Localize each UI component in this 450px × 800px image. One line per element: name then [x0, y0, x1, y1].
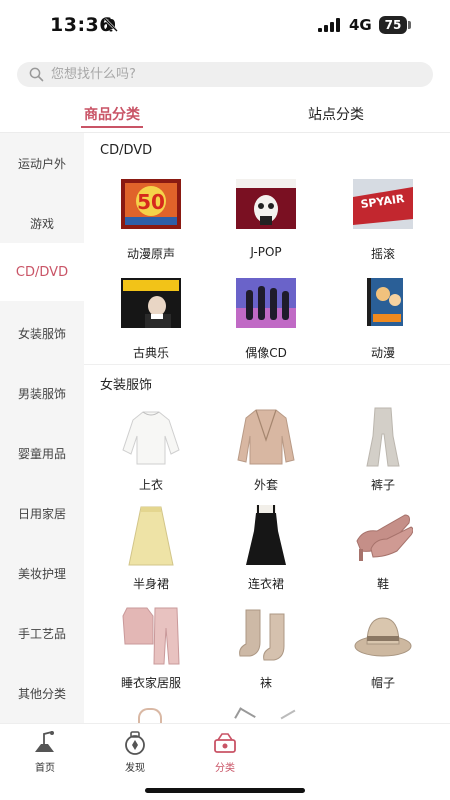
accessory-partial-image-2 [280, 709, 300, 723]
item-label: 鞋 [376, 577, 389, 591]
sidebar-item-beauty[interactable]: 美妆护理 [0, 543, 84, 603]
section-title-womens-clothing: 女装服饰 [100, 378, 153, 393]
item-label: 裤子 [370, 478, 395, 492]
shoes-image [356, 514, 413, 561]
idol-cd-image [236, 278, 296, 328]
sidebar-item-mens-clothing[interactable]: 男装服饰 [0, 363, 84, 423]
item-blouse[interactable]: 上衣 [101, 406, 201, 496]
nav-label-category: 分类 [215, 763, 235, 774]
status-bar: 13:36 4G 75 [0, 0, 450, 50]
signal-icon [318, 18, 340, 32]
classical-cd-image [121, 278, 181, 328]
pajamas-image [122, 607, 180, 665]
accessory-partial-image [234, 707, 256, 723]
anime-dvd-image [353, 278, 413, 328]
anime-soundtrack-cd-image: 50 [121, 179, 181, 229]
sidebar-item-crafts[interactable]: 手工艺品 [0, 603, 84, 663]
battery-tip [408, 21, 411, 29]
section-divider [84, 364, 450, 365]
item-label: J-POP [250, 245, 282, 259]
item-label: 睡衣家居服 [120, 676, 181, 690]
nav-category[interactable]: 分类 [200, 728, 250, 774]
sidebar-item-baby[interactable]: 婴童用品 [0, 423, 84, 483]
blouse-image [122, 411, 180, 465]
item-label: 袜 [259, 676, 272, 690]
sidebar-item-others[interactable]: 其他分类 [0, 663, 84, 723]
search-input[interactable] [51, 62, 421, 87]
category-icon [214, 733, 236, 753]
item-pajamas[interactable]: 睡衣家居服 [101, 604, 201, 694]
sidebar-item-home[interactable]: 日用家居 [0, 483, 84, 543]
item-anime[interactable]: 动漫 [333, 278, 433, 368]
home-indicator [145, 788, 305, 793]
item-pants[interactable]: 裤子 [333, 406, 433, 496]
active-tab-underline [81, 126, 143, 128]
network-label: 4G [349, 16, 372, 34]
nav-label-home: 首页 [35, 763, 55, 774]
category-sidebar: 运动户外 游戏 CD/DVD 女装服饰 男装服饰 婴童用品 日用家居 美妆护理 … [0, 133, 84, 723]
item-classical[interactable]: 古典乐 [101, 278, 201, 368]
search-bar[interactable] [17, 62, 433, 87]
rock-cd-image: SPYAIR [353, 179, 413, 229]
skirt-image [128, 506, 174, 566]
search-icon [29, 67, 44, 82]
bell-muted-icon [104, 18, 118, 32]
hat-image [354, 617, 412, 657]
tab-goods-category[interactable]: 商品分类 [84, 104, 140, 124]
battery-indicator: 75 [379, 16, 407, 34]
bag-partial-image [138, 708, 162, 723]
item-label: 帽子 [370, 676, 395, 690]
item-label: 动漫 [370, 346, 395, 360]
item-anime-soundtrack[interactable]: 50 动漫原声 [101, 179, 201, 269]
category-tabs: 商品分类 站点分类 [0, 96, 450, 133]
item-idol-cd[interactable]: 偶像CD [216, 278, 316, 368]
item-label: 连衣裙 [247, 577, 284, 591]
item-skirt[interactable]: 半身裙 [101, 505, 201, 595]
item-dress[interactable]: 连衣裙 [216, 505, 316, 595]
item-socks[interactable]: 袜 [216, 604, 316, 694]
item-hat[interactable]: 帽子 [333, 604, 433, 694]
discover-icon [125, 731, 145, 755]
jpop-cd-image [236, 179, 296, 229]
item-label: 摇滚 [370, 247, 395, 261]
item-label: 半身裙 [132, 577, 169, 591]
item-label: 偶像CD [245, 346, 287, 360]
item-label: 外套 [253, 478, 278, 492]
sidebar-item-sports[interactable]: 运动户外 [0, 133, 84, 193]
tab-site-category[interactable]: 站点分类 [308, 104, 364, 124]
item-jpop[interactable]: J-POP [216, 179, 316, 269]
dress-image [246, 505, 286, 565]
item-label: 上衣 [138, 478, 163, 492]
jacket-image [237, 409, 295, 465]
item-label: 动漫原声 [126, 247, 175, 261]
sidebar-item-cd-dvd[interactable]: CD/DVD [0, 243, 84, 301]
socks-image [239, 609, 285, 661]
nav-label-discover: 发现 [125, 763, 145, 774]
item-shoes[interactable]: 鞋 [333, 505, 433, 595]
svg-text:50: 50 [137, 190, 165, 214]
pants-image [366, 407, 400, 467]
sidebar-item-womens-clothing[interactable]: 女装服饰 [0, 303, 84, 363]
nav-home[interactable]: 首页 [20, 728, 70, 774]
item-rock[interactable]: SPYAIR 摇滚 [333, 179, 433, 269]
nav-discover[interactable]: 发现 [110, 728, 160, 774]
item-jacket[interactable]: 外套 [216, 406, 316, 496]
item-label: 古典乐 [132, 346, 169, 360]
section-title-cd-dvd: CD/DVD [100, 143, 153, 158]
category-content: CD/DVD 50 动漫原声 J-POP SPYAIR 摇滚 古典乐 偶像CD … [84, 133, 450, 723]
home-icon [35, 731, 54, 752]
